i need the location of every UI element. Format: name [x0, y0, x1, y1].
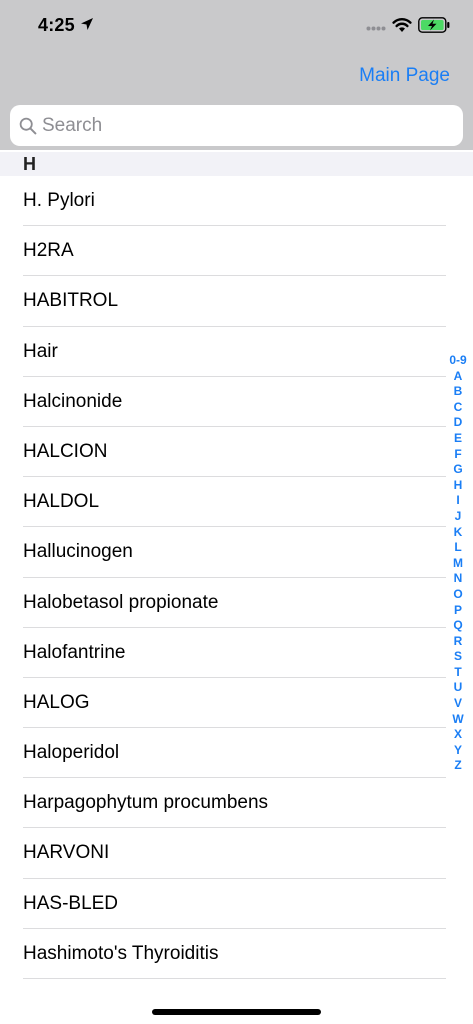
list-item-label: Hair: [23, 340, 58, 362]
list-item-label: HABITROL: [23, 290, 119, 312]
navigation-bar: 4:25 Main Page: [0, 0, 473, 150]
row-separator: [23, 978, 446, 979]
list-item-label: Halcinonide: [23, 390, 123, 412]
item-list: H. Pylori H2RA HABITROL Hair Halcinonide HALC…: [0, 176, 473, 979]
home-indicator: [152, 1009, 321, 1015]
index-letter[interactable]: O: [446, 587, 470, 603]
index-letter[interactable]: Y: [446, 743, 470, 759]
index-letter[interactable]: P: [446, 603, 470, 619]
list-item[interactable]: HALCION: [0, 427, 473, 478]
index-letter[interactable]: D: [446, 415, 470, 431]
index-letter[interactable]: U: [446, 680, 470, 696]
index-letter[interactable]: R: [446, 634, 470, 650]
list-item[interactable]: Hallucinogen: [0, 527, 473, 578]
status-time: 4:25: [38, 15, 75, 35]
list-item-label: HALDOL: [23, 491, 100, 513]
index-letter[interactable]: N: [446, 571, 470, 587]
index-letter[interactable]: H: [446, 478, 470, 494]
index-letter[interactable]: M: [446, 556, 470, 572]
section-index[interactable]: 0-9 A B C D E F G H I J K L M N O P Q R S T U V W X Y Z: [446, 353, 470, 774]
list-item-label: Halofantrine: [23, 641, 126, 663]
index-letter[interactable]: X: [446, 727, 470, 743]
section-header-label: H: [23, 154, 36, 174]
list-item[interactable]: HALDOL: [0, 477, 473, 528]
list-item[interactable]: HAS-BLED: [0, 879, 473, 929]
battery-charging-icon: [418, 17, 450, 33]
list-item[interactable]: HARVONI: [0, 828, 473, 879]
index-letter[interactable]: S: [446, 649, 470, 665]
index-letter[interactable]: A: [446, 369, 470, 385]
list-item[interactable]: Harpagophytum procumbens: [0, 778, 473, 829]
index-letter[interactable]: E: [446, 431, 470, 447]
index-letter[interactable]: V: [446, 696, 470, 712]
index-letter[interactable]: W: [446, 712, 470, 728]
cellular-signal-icon: [366, 26, 386, 31]
list-item[interactable]: Haloperidol: [0, 728, 473, 779]
section-header: H: [0, 152, 473, 176]
list-item[interactable]: H2RA: [0, 226, 473, 277]
list-item[interactable]: Halofantrine: [0, 628, 473, 678]
index-letter[interactable]: C: [446, 400, 470, 416]
list-item-label: HARVONI: [23, 842, 110, 864]
list-item-label: Halobetasol propionate: [23, 591, 219, 613]
index-letter[interactable]: I: [446, 493, 470, 509]
list-item-label: Haloperidol: [23, 742, 120, 764]
index-letter[interactable]: K: [446, 525, 470, 541]
search-bar[interactable]: [10, 105, 463, 146]
list-item-label: H2RA: [23, 240, 74, 262]
list-item-label: Harpagophytum procumbens: [23, 792, 269, 814]
list-item-label: HAS-BLED: [23, 892, 119, 914]
index-letter[interactable]: J: [446, 509, 470, 525]
list-item-label: Hallucinogen: [23, 541, 133, 563]
list-item[interactable]: H. Pylori: [0, 176, 473, 227]
location-arrow-icon: [81, 18, 93, 30]
list-item[interactable]: HALOG: [0, 678, 473, 729]
list-item[interactable]: Halobetasol propionate: [0, 578, 473, 628]
index-letter[interactable]: 0-9: [446, 353, 470, 369]
wifi-icon: [392, 18, 412, 32]
list-item[interactable]: Hashimoto's Thyroiditis: [0, 929, 473, 979]
index-letter[interactable]: B: [446, 384, 470, 400]
index-letter[interactable]: G: [446, 462, 470, 478]
index-letter[interactable]: Z: [446, 758, 470, 774]
list-item[interactable]: Halcinonide: [0, 377, 473, 427]
list-item[interactable]: Hair: [0, 327, 473, 377]
search-icon: [19, 117, 37, 135]
list-item-label: HALOG: [23, 691, 90, 713]
list-item-label: Hashimoto's Thyroiditis: [23, 942, 219, 964]
status-bar: 4:25: [0, 0, 473, 52]
index-letter[interactable]: T: [446, 665, 470, 681]
index-letter[interactable]: F: [446, 447, 470, 463]
index-letter[interactable]: L: [446, 540, 470, 556]
list-item[interactable]: HABITROL: [0, 276, 473, 327]
main-page-button[interactable]: Main Page: [359, 65, 450, 87]
search-input[interactable]: [42, 105, 452, 146]
list-item-label: H. Pylori: [23, 190, 95, 211]
list-item-label: HALCION: [23, 440, 108, 462]
index-letter[interactable]: Q: [446, 618, 470, 634]
